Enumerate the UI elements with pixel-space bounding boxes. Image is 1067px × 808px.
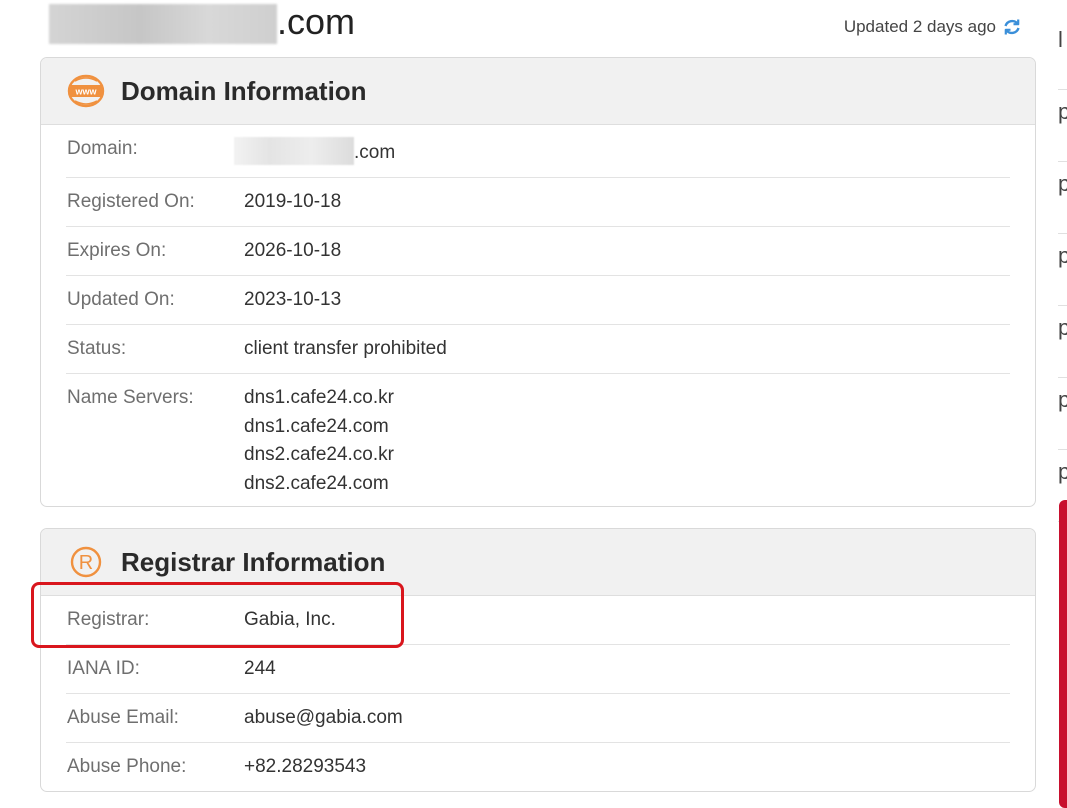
- registrar-information-title: Registrar Information: [121, 546, 386, 577]
- domain-information-card: www Domain Information Domain: .com Regi…: [40, 57, 1036, 507]
- registered-on-row: Registered On: 2019-10-18: [66, 178, 1010, 227]
- status-value: client transfer prohibited: [244, 338, 447, 359]
- page-title-suffix: .com: [277, 1, 356, 42]
- sidebar-item[interactable]: p: [1058, 162, 1067, 234]
- iana-id-label: IANA ID:: [67, 658, 140, 679]
- name-servers-list: dns1.cafe24.co.kr dns1.cafe24.com dns2.c…: [244, 374, 394, 506]
- domain-information-header: www Domain Information: [41, 58, 1035, 125]
- name-server-item[interactable]: dns2.cafe24.co.kr: [244, 441, 394, 470]
- domain-information-title: Domain Information: [121, 75, 367, 106]
- www-icon: www: [67, 72, 105, 110]
- domain-value: .com: [234, 125, 396, 177]
- domain-value-suffix: .com: [354, 142, 396, 163]
- iana-id-row: IANA ID: 244: [66, 645, 1010, 694]
- registered-trademark-icon: R: [67, 543, 105, 581]
- sidebar-item[interactable]: p: [1058, 234, 1067, 306]
- redacted-domain-name: [49, 4, 277, 44]
- registrar-information-card: R Registrar Information Registrar: Gabia…: [40, 528, 1036, 792]
- name-server-item[interactable]: dns2.cafe24.com: [244, 470, 394, 499]
- sidebar-item[interactable]: p: [1058, 90, 1067, 162]
- expires-on-row: Expires On: 2026-10-18: [66, 227, 1010, 276]
- abuse-phone-label: Abuse Phone:: [67, 756, 187, 777]
- svg-text:www: www: [74, 87, 97, 97]
- abuse-email-label: Abuse Email:: [67, 707, 179, 728]
- registered-on-label: Registered On:: [67, 191, 195, 212]
- sidebar-item[interactable]: l: [1058, 18, 1067, 90]
- expires-on-value: 2026-10-18: [244, 240, 342, 261]
- sidebar-item[interactable]: p: [1058, 378, 1067, 450]
- updated-status[interactable]: Updated 2 days ago: [844, 17, 1022, 37]
- abuse-phone-value: +82.28293543: [244, 756, 367, 777]
- abuse-phone-row: Abuse Phone: +82.28293543: [66, 743, 1010, 791]
- name-servers-label: Name Servers:: [67, 387, 194, 408]
- abuse-email-value[interactable]: abuse@gabia.com: [244, 694, 403, 742]
- expires-on-label: Expires On:: [67, 240, 167, 261]
- sidebar-item[interactable]: p: [1058, 306, 1067, 378]
- name-server-item[interactable]: dns1.cafe24.com: [244, 413, 394, 442]
- domain-row: Domain: .com: [66, 125, 1010, 178]
- redacted-domain-value: [234, 137, 354, 165]
- registrar-highlight-annotation: [31, 582, 404, 648]
- registered-on-value: 2019-10-18: [244, 191, 342, 212]
- svg-text:R: R: [79, 552, 93, 574]
- updated-on-value: 2023-10-13: [244, 289, 342, 310]
- status-row: Status: client transfer prohibited: [66, 325, 1010, 374]
- sidebar-red-panel: [1059, 500, 1067, 808]
- abuse-email-row: Abuse Email: abuse@gabia.com: [66, 694, 1010, 743]
- name-servers-row: Name Servers: dns1.cafe24.co.kr dns1.caf…: [66, 374, 1010, 506]
- status-label: Status:: [67, 338, 127, 359]
- updated-on-label: Updated On:: [67, 289, 175, 310]
- updated-text: Updated 2 days ago: [843, 17, 996, 36]
- right-sidebar-partial: l p p p p p p: [1058, 18, 1067, 522]
- updated-on-row: Updated On: 2023-10-13: [66, 276, 1010, 325]
- name-server-item[interactable]: dns1.cafe24.co.kr: [244, 384, 394, 413]
- refresh-icon[interactable]: [1002, 17, 1022, 37]
- iana-id-value: 244: [244, 658, 276, 679]
- domain-label: Domain:: [67, 138, 138, 159]
- page-header: .com Updated 2 days ago: [0, 0, 1040, 56]
